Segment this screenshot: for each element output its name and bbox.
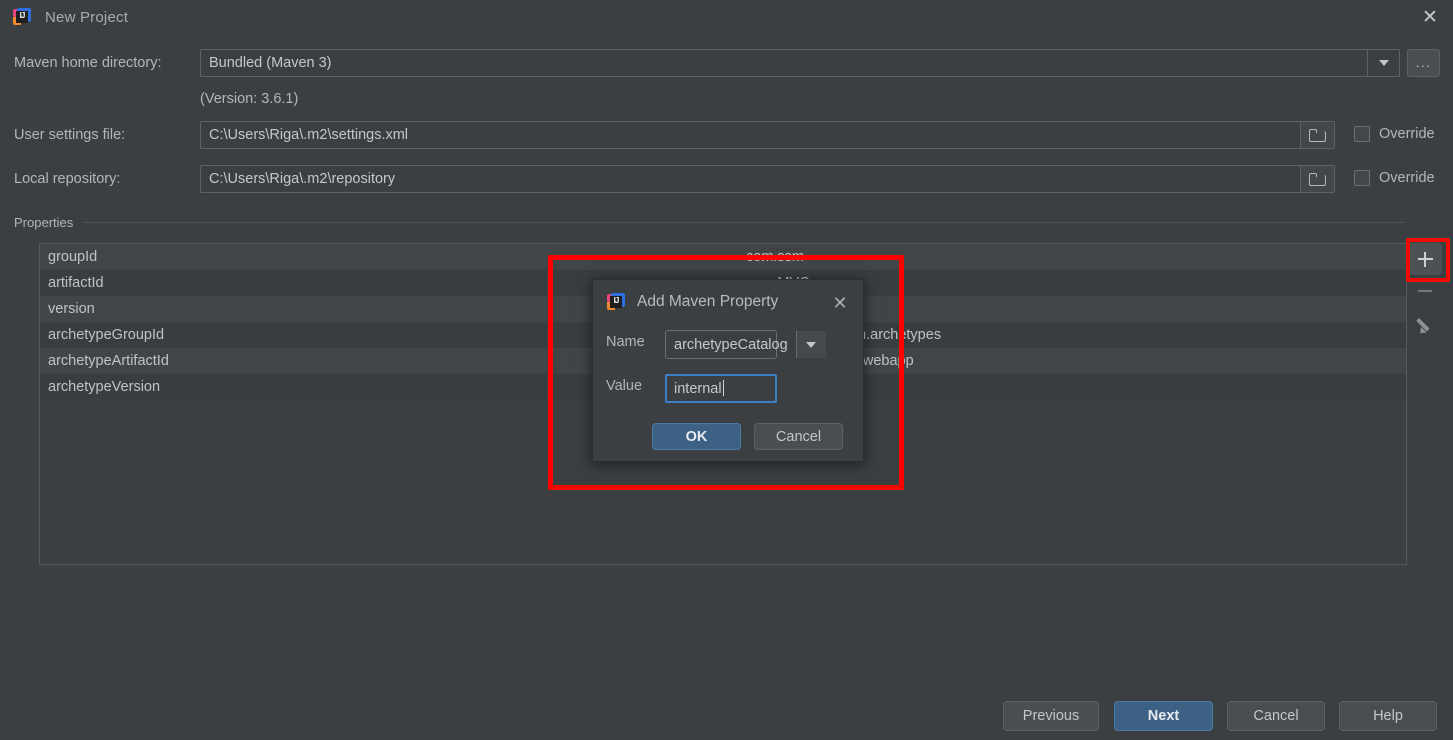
add-property-cancel-button[interactable]: Cancel — [754, 423, 843, 450]
maven-home-value: Bundled (Maven 3) — [209, 55, 332, 71]
local-repository-label: Local repository: — [14, 171, 121, 187]
pencil-icon — [1417, 315, 1434, 332]
folder-icon[interactable] — [1300, 166, 1334, 192]
next-button[interactable]: Next — [1114, 701, 1213, 731]
user-settings-label: User settings file: — [14, 127, 126, 143]
add-property-button[interactable] — [1408, 243, 1442, 275]
add-property-titlebar: IJ Add Maven Property — [593, 280, 863, 324]
user-settings-override-checkbox[interactable] — [1354, 126, 1370, 142]
value-input-text: internal — [674, 381, 722, 397]
name-value: archetypeCatalog — [674, 336, 788, 353]
cancel-button[interactable]: Cancel — [1227, 701, 1325, 731]
add-property-title: Add Maven Property — [637, 293, 779, 310]
local-repository-value: C:\Users\Riga\.m2\repository — [209, 171, 396, 187]
local-repository-override[interactable]: Override — [1354, 170, 1435, 186]
user-settings-field[interactable]: C:\Users\Riga\.m2\settings.xml — [200, 121, 1335, 149]
ok-button[interactable]: OK — [652, 423, 741, 450]
user-settings-override[interactable]: Override — [1354, 126, 1435, 142]
chevron-down-icon[interactable] — [795, 331, 826, 358]
properties-group-label: Properties — [14, 215, 80, 230]
logo-text: IJ — [613, 296, 620, 305]
window-titlebar: IJ New Project ✕ — [0, 0, 1453, 34]
value-label: Value — [606, 378, 643, 394]
group-divider — [84, 222, 1404, 223]
add-maven-property-dialog: IJ Add Maven Property ✕ Name archetypeCa… — [592, 279, 864, 462]
user-settings-value: C:\Users\Riga\.m2\settings.xml — [209, 127, 409, 143]
help-button[interactable]: Help — [1339, 701, 1437, 731]
close-icon[interactable]: ✕ — [1407, 0, 1453, 34]
intellij-logo-icon: IJ — [607, 293, 625, 311]
minus-icon — [1418, 290, 1432, 292]
chevron-down-icon[interactable] — [1367, 50, 1399, 76]
table-row[interactable]: groupId com.ssm — [40, 244, 1406, 270]
text-caret — [722, 380, 724, 396]
value-input[interactable]: internal — [665, 374, 777, 403]
maven-home-browse-button[interactable]: ... — [1407, 49, 1440, 77]
logo-text: IJ — [19, 11, 26, 20]
close-icon[interactable]: ✕ — [827, 290, 853, 316]
local-repository-override-checkbox[interactable] — [1354, 170, 1370, 186]
plus-icon — [1417, 251, 1433, 267]
local-repository-field[interactable]: C:\Users\Riga\.m2\repository — [200, 165, 1335, 193]
new-project-dialog: IJ New Project ✕ Maven home directory: B… — [0, 0, 1453, 740]
maven-home-label: Maven home directory: — [14, 55, 162, 71]
remove-property-button[interactable] — [1408, 275, 1442, 307]
property-key: groupId — [48, 249, 98, 265]
maven-home-combo[interactable]: Bundled (Maven 3) — [200, 49, 1400, 77]
local-repository-override-label: Override — [1379, 170, 1435, 186]
previous-button[interactable]: Previous — [1003, 701, 1099, 731]
name-combo[interactable]: archetypeCatalog — [665, 330, 826, 359]
intellij-logo-icon: IJ — [13, 8, 31, 26]
properties-toolbar — [1407, 243, 1443, 339]
property-value: com.ssm — [746, 249, 804, 265]
folder-icon[interactable] — [1300, 122, 1334, 148]
edit-property-button[interactable] — [1408, 307, 1442, 339]
name-label: Name — [606, 334, 645, 350]
maven-version-note: (Version: 3.6.1) — [200, 91, 299, 107]
user-settings-override-label: Override — [1379, 126, 1435, 142]
window-title: New Project — [45, 8, 129, 26]
